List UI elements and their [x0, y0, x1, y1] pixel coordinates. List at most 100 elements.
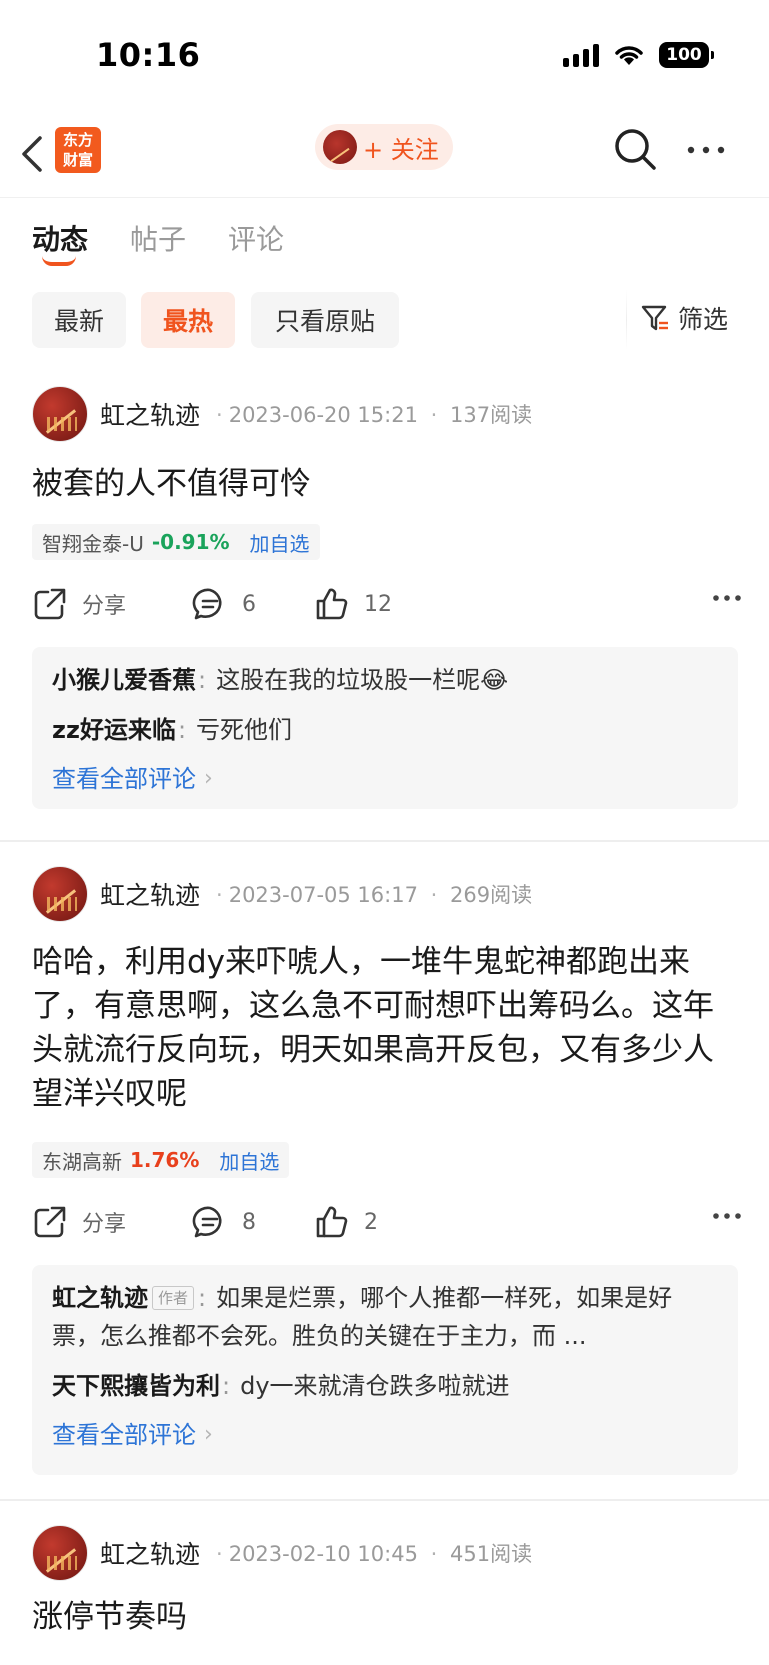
status-bar: 10:16 100 [0, 0, 769, 110]
divider [626, 290, 627, 350]
view-all-label: 查看全部评论 [52, 765, 196, 793]
thumbs-up-icon [316, 588, 348, 620]
author-name[interactable]: 虹之轨迹 [100, 876, 200, 912]
follow-button[interactable]: + 关注 [315, 124, 453, 170]
status-time: 10:16 [96, 36, 201, 74]
thumbs-up-icon [316, 1206, 348, 1238]
comment-preview-box: 虹之轨迹 作者: 如果是烂票，哪个人推都一样死，如果是好票，怎么推都不会死。胜负的关… [32, 1265, 738, 1475]
view-all-comments-link[interactable]: 查看全部评论 › [52, 761, 718, 797]
post-text[interactable]: 被套的人不值得可怜 [32, 462, 742, 506]
comment-item[interactable]: 虹之轨迹 作者: 如果是烂票，哪个人推都一样死，如果是好票，怎么推都不会死。胜负的关… [52, 1279, 718, 1355]
tab-posts[interactable]: 帖子 [130, 218, 186, 258]
battery-icon: 100 [659, 42, 714, 68]
app-logo[interactable]: 东方 财富 [55, 127, 101, 173]
tab-comments[interactable]: 评论 [228, 218, 284, 258]
like-button[interactable]: 12 [314, 586, 392, 622]
avatar[interactable] [32, 866, 88, 922]
like-count: 2 [364, 1209, 378, 1235]
more-options-icon[interactable] [712, 594, 742, 602]
comment-text: 这股在我的垃圾股一栏呢😂 [216, 666, 509, 694]
post-actions: 分享 6 12 [32, 586, 742, 626]
view-all-comments-link[interactable]: 查看全部评论 › [52, 1417, 718, 1453]
chevron-right-icon: › [204, 766, 213, 791]
follow-label: + 关注 [363, 135, 439, 164]
nav-bar: 东方 财富 + 关注 [0, 110, 769, 198]
comment-item[interactable]: 小猴儿爱香蕉: 这股在我的垃圾股一栏呢😂 [52, 661, 718, 699]
post-actions: 分享 8 2 [32, 1204, 742, 1244]
author-name[interactable]: 虹之轨迹 [100, 1535, 200, 1571]
share-button[interactable]: 分享 [32, 1204, 126, 1240]
stock-tag[interactable]: 东湖高新 1.76% 加自选 [32, 1142, 290, 1178]
post-reads: 137阅读 [449, 403, 533, 427]
divider [0, 840, 769, 842]
filter-chip-hottest[interactable]: 最热 [141, 292, 235, 348]
add-watchlist-button[interactable]: 加自选 [219, 1146, 279, 1175]
post-text[interactable]: 哈哈，利用dy来吓唬人，一堆牛鬼蛇神都跑出来了，有意思啊，这么急不可耐想吓出筹码… [32, 940, 742, 1116]
filter-chip-original-only[interactable]: 只看原贴 [251, 292, 399, 348]
post-date: 2023-06-20 15:21 [228, 403, 418, 427]
comment-user[interactable]: zz好运来临 [52, 716, 176, 744]
filter-icon [641, 305, 668, 331]
logo-line-1: 东方 [62, 131, 93, 149]
divider [0, 1499, 769, 1501]
avatar [323, 130, 357, 164]
view-all-label: 查看全部评论 [52, 1421, 196, 1449]
status-icons: 100 [563, 42, 714, 68]
back-arrow-icon[interactable] [18, 130, 48, 178]
stock-name: 东湖高新 [42, 1149, 122, 1174]
post-reads: 451阅读 [449, 1542, 533, 1566]
avatar[interactable] [32, 386, 88, 442]
post-meta: · 2023-07-05 16:17 · 269阅读 [216, 883, 533, 907]
comment-user[interactable]: 虹之轨迹 [52, 1284, 148, 1312]
comment-icon [192, 588, 222, 620]
post-meta: · 2023-02-10 10:45 · 451阅读 [216, 1542, 533, 1566]
logo-line-2: 财富 [62, 151, 93, 169]
comment-button[interactable]: 6 [192, 586, 256, 622]
stock-name: 智翔金泰-U [42, 531, 144, 556]
comment-text: dy一来就清仓跌多啦就进 [240, 1372, 510, 1400]
post-author-row: 虹之轨迹 · 2023-07-05 16:17 · 269阅读 [32, 866, 532, 922]
filter-button[interactable]: 筛选 [640, 300, 728, 336]
filter-row: 最新 最热 只看原贴 筛选 [0, 290, 769, 350]
comment-icon [192, 1206, 222, 1238]
wifi-icon [615, 46, 643, 65]
share-icon [34, 588, 66, 620]
comment-button[interactable]: 8 [192, 1204, 256, 1240]
more-options-icon[interactable] [712, 1212, 742, 1220]
add-watchlist-button[interactable]: 加自选 [250, 528, 310, 557]
stock-tag[interactable]: 智翔金泰-U -0.91% 加自选 [32, 524, 320, 560]
cellular-signal-icon [563, 43, 599, 67]
stock-change: 1.76% [130, 1148, 200, 1172]
comment-user[interactable]: 天下熙攘皆为利 [52, 1372, 220, 1400]
more-options-icon[interactable] [686, 144, 726, 156]
share-label: 分享 [82, 594, 127, 619]
post-reads: 269阅读 [449, 883, 533, 907]
comment-user[interactable]: 小猴儿爱香蕉 [52, 666, 196, 694]
active-tab-indicator [42, 256, 76, 266]
post-meta: · 2023-06-20 15:21 · 137阅读 [216, 403, 533, 427]
share-button[interactable]: 分享 [32, 586, 126, 622]
post-text[interactable]: 涨停节奏吗 [32, 1595, 742, 1639]
share-label: 分享 [82, 1212, 127, 1237]
filter-label: 筛选 [678, 305, 729, 334]
tab-bar: 动态 帖子 评论 [0, 198, 769, 270]
like-button[interactable]: 2 [314, 1204, 378, 1240]
filter-chip-latest[interactable]: 最新 [32, 292, 126, 348]
avatar[interactable] [32, 1525, 88, 1581]
post-date: 2023-02-10 10:45 [228, 1542, 418, 1566]
comment-count: 8 [242, 1209, 256, 1235]
comment-text: 亏死他们 [196, 716, 293, 744]
comment-item[interactable]: zz好运来临: 亏死他们 [52, 711, 718, 749]
share-icon [34, 1206, 66, 1238]
search-icon[interactable] [612, 126, 658, 172]
tab-dynamic[interactable]: 动态 [32, 218, 88, 258]
post-author-row: 虹之轨迹 · 2023-02-10 10:45 · 451阅读 [32, 1525, 532, 1581]
post-date: 2023-07-05 16:17 [228, 883, 418, 907]
chevron-right-icon: › [204, 1422, 213, 1447]
comment-item[interactable]: 天下熙攘皆为利: dy一来就清仓跌多啦就进 [52, 1367, 718, 1405]
comment-count: 6 [242, 591, 256, 617]
like-count: 12 [364, 591, 392, 617]
author-badge: 作者 [152, 1286, 195, 1310]
author-name[interactable]: 虹之轨迹 [100, 396, 200, 432]
post-author-row: 虹之轨迹 · 2023-06-20 15:21 · 137阅读 [32, 386, 532, 442]
